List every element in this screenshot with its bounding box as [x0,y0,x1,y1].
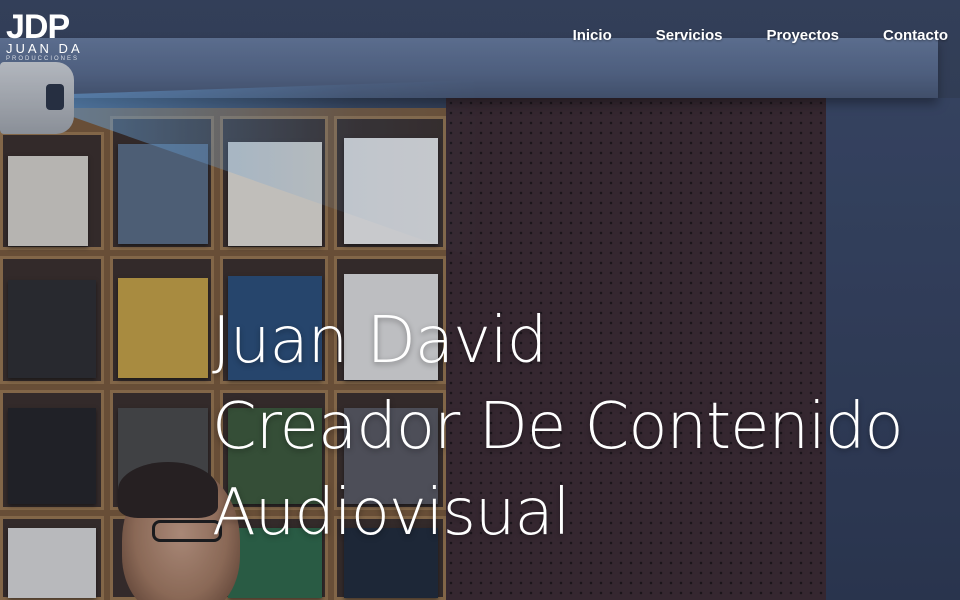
site-logo[interactable]: JDP JUAN DA PRODUCCIONES [6,10,102,62]
hero-line-role: Creador De Contenido [212,390,904,464]
logo-subtitle: PRODUCCIONES [6,56,80,62]
nav-item-proyectos[interactable]: Proyectos [722,27,839,44]
nav-item-contacto[interactable]: Contacto [839,27,948,44]
logo-name: JUAN DA [6,41,83,56]
hero-line-name: Juan David [212,304,547,378]
nav-item-servicios[interactable]: Servicios [612,27,723,44]
logo-mark: JDP [6,8,70,46]
main-nav: Inicio Servicios Proyectos Contacto [573,27,948,44]
nav-item-inicio[interactable]: Inicio [573,27,612,44]
hero-line-medium: Audiovisual [212,476,570,550]
hero-heading: Juan David Creador De Contenido Audiovis… [212,298,960,556]
